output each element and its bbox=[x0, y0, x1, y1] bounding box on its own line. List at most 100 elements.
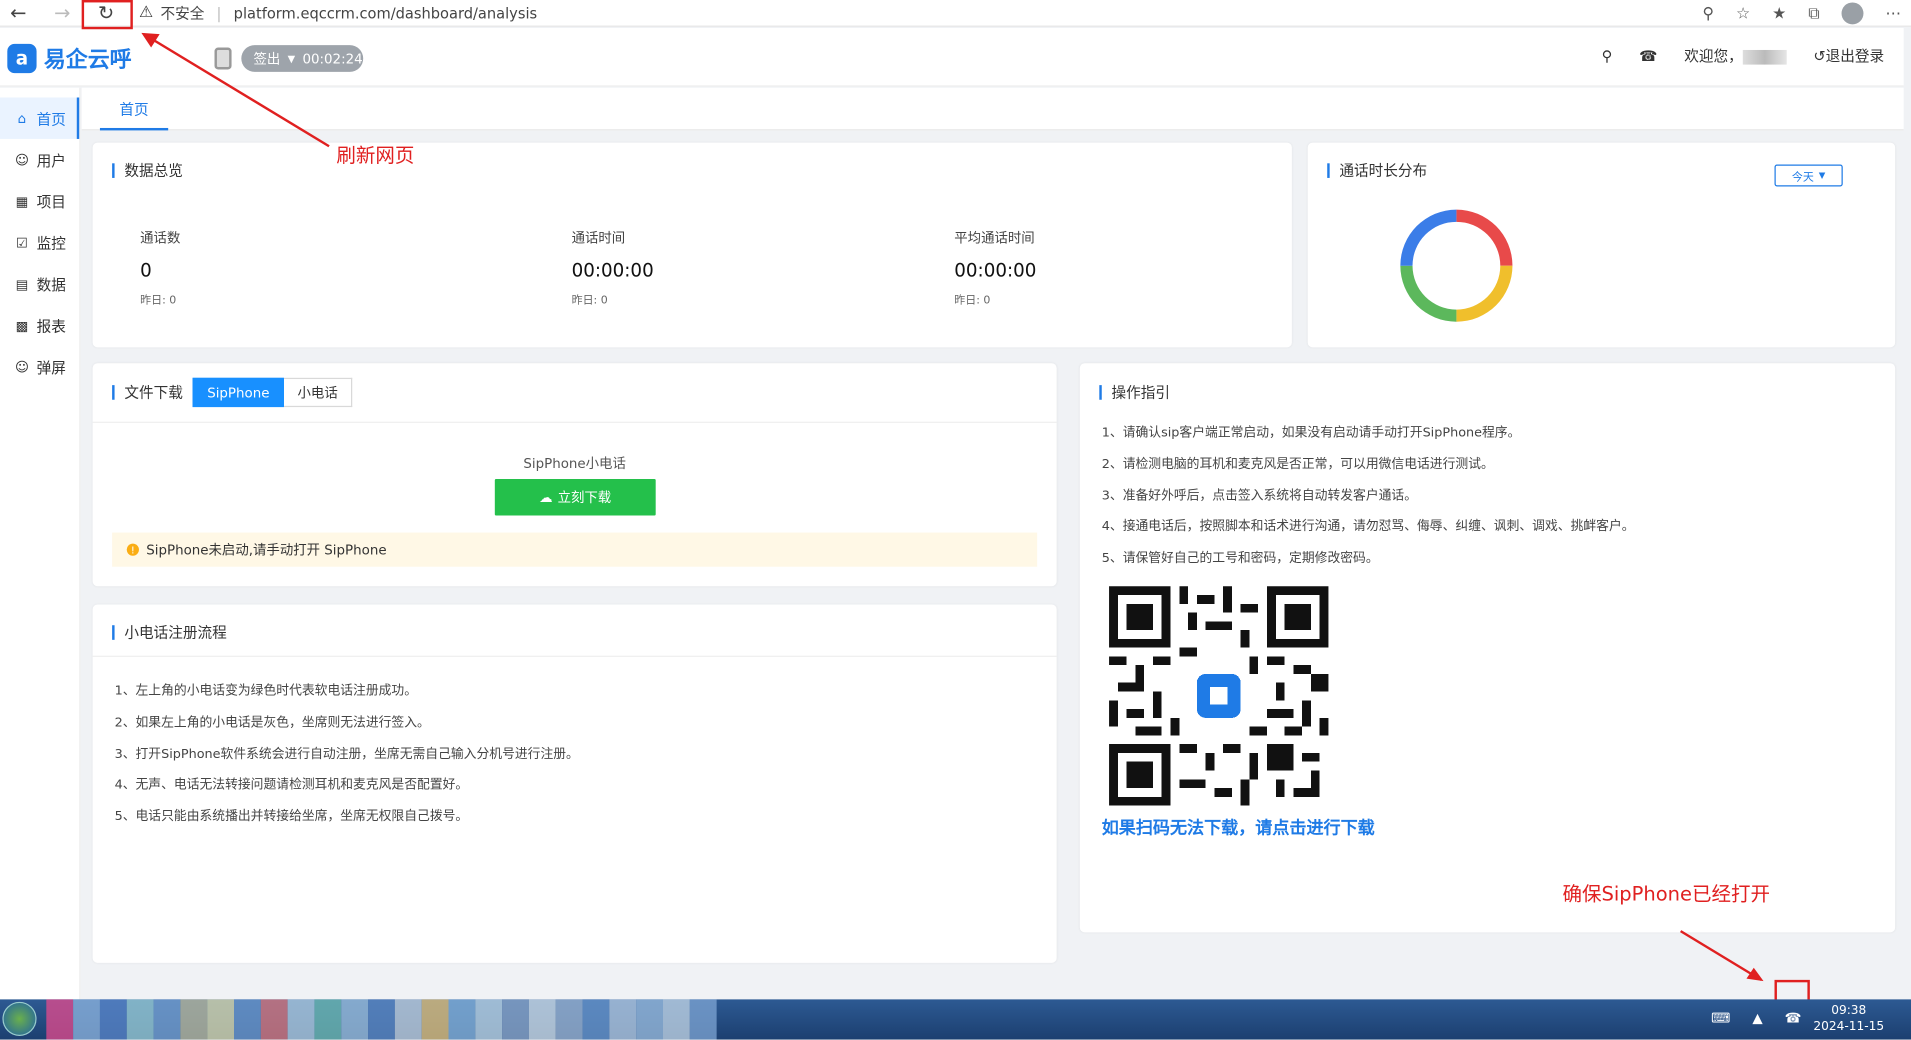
logo-icon: a bbox=[7, 43, 37, 74]
pinned-apps-blurred bbox=[46, 999, 717, 1040]
guide-steps: 1、请确认sip客户端正常启动，如果没有启动请手动打开SipPhone程序。 2… bbox=[1102, 423, 1635, 580]
tab-small-phone[interactable]: 小电话 bbox=[284, 377, 353, 408]
stat-yesterday: 昨日: 0 bbox=[954, 294, 991, 308]
stat-call-count: 通话数 0 昨日: 0 bbox=[140, 228, 180, 307]
sipphone-alert: ! SipPhone未启动,请手动打开 SipPhone bbox=[112, 532, 1038, 567]
browser-toolbar: ← → ↻ ⚠ 不安全 | platform.eqccrm.com/dashbo… bbox=[0, 0, 1911, 27]
download-card: 文件下载 SipPhone 小电话 SipPhone小电话 ☁ 立刻下载 ! S… bbox=[92, 363, 1057, 587]
sidebar: ⌂ 首页 ☺ 用户 ▦ 项目 ☑ 监控 ▤ 数据 ▩ 报表 ☺ 弹屏 bbox=[0, 87, 81, 1002]
sidebar-item-projects[interactable]: ▦ 项目 bbox=[0, 180, 79, 221]
monitor-icon: ☑ bbox=[15, 234, 28, 251]
sipphone-annotation: 确保SipPhone已经打开 bbox=[1562, 882, 1771, 906]
clock-date: 2024-11-15 bbox=[1813, 1020, 1885, 1034]
card-divider bbox=[92, 421, 1057, 423]
warning-icon: ! bbox=[126, 543, 139, 556]
profile-avatar[interactable] bbox=[1841, 2, 1864, 25]
download-qr-code bbox=[1109, 586, 1329, 806]
list-item: 5、电话只能由系统播出并转接给坐席，坐席无权限自己拨号。 bbox=[114, 809, 469, 825]
duration-donut bbox=[1400, 209, 1513, 322]
range-select-value: 今天 bbox=[1791, 171, 1814, 184]
security-label: 不安全 bbox=[160, 4, 205, 22]
address-bar[interactable]: ⚠ 不安全 | platform.eqccrm.com/dashboard/an… bbox=[139, 2, 537, 23]
download-title: 文件下载 bbox=[112, 385, 183, 400]
sidebar-item-label: 弹屏 bbox=[36, 358, 66, 376]
download-button[interactable]: ☁ 立刻下载 bbox=[494, 478, 656, 516]
qr-download-link[interactable]: 如果扫码无法下载，请点击进行下载 bbox=[1102, 815, 1375, 839]
data-icon: ▤ bbox=[15, 276, 29, 292]
back-icon[interactable]: ← bbox=[7, 1, 29, 24]
start-button[interactable] bbox=[2, 1001, 37, 1036]
keyboard-icon[interactable]: ⌨ bbox=[1711, 1010, 1730, 1026]
overview-card: 数据总览 通话数 0 昨日: 0 通话时间 00:00:00 昨日: 0 平均通… bbox=[92, 142, 1292, 348]
stat-value: 0 bbox=[140, 259, 152, 282]
overview-title: 数据总览 bbox=[112, 163, 183, 178]
tab-bar: 首页 bbox=[81, 87, 1904, 131]
refresh-arrow bbox=[141, 32, 330, 148]
sidebar-item-users[interactable]: ☺ 用户 bbox=[0, 139, 79, 180]
donut-segment-green bbox=[1400, 265, 1457, 322]
sidebar-item-label: 数据 bbox=[36, 276, 66, 294]
stat-label: 通话时间 bbox=[571, 230, 626, 247]
more-icon[interactable]: ⋯ bbox=[1885, 4, 1901, 22]
warning-icon: ⚠ bbox=[138, 3, 154, 22]
sidebar-item-popup[interactable]: ☺ 弹屏 bbox=[0, 346, 79, 387]
cloud-download-icon: ☁ bbox=[539, 489, 553, 506]
collections-icon[interactable]: ⧉ bbox=[1808, 4, 1819, 22]
download-button-label: 立刻下载 bbox=[557, 489, 612, 506]
list-item: 1、左上角的小电话变为绿色时代表软电话注册成功。 bbox=[114, 683, 418, 699]
list-item: 2、请检测电脑的耳机和麦克风是否正常，可以用微信电话进行测试。 bbox=[1101, 456, 1494, 472]
stat-label: 平均通话时间 bbox=[954, 230, 1035, 247]
user-icon: ☺ bbox=[14, 151, 29, 168]
list-item: 4、接通电话后，按照脚本和话术进行沟通，请勿怼骂、侮辱、纠缠、讽刺、调戏、挑衅客… bbox=[1101, 519, 1635, 535]
alert-text: SipPhone未启动,请手动打开 SipPhone bbox=[146, 542, 387, 559]
sidebar-item-data[interactable]: ▤ 数据 bbox=[0, 263, 79, 304]
sidebar-item-home[interactable]: ⌂ 首页 bbox=[0, 97, 80, 139]
taskbar-clock[interactable]: 09:38 2024-11-15 bbox=[1813, 1003, 1884, 1035]
stat-value: 00:00:00 bbox=[954, 259, 1037, 282]
tab-sipphone[interactable]: SipPhone bbox=[192, 377, 285, 408]
stat-yesterday: 昨日: 0 bbox=[140, 294, 177, 308]
logout-label: 退出登录 bbox=[1825, 47, 1885, 65]
address-separator: | bbox=[216, 4, 222, 22]
url-text: platform.eqccrm.com/dashboard/analysis bbox=[233, 4, 538, 22]
tray-expand-icon[interactable]: ▲ bbox=[1752, 1010, 1762, 1026]
stat-call-time: 通话时间 00:00:00 昨日: 0 bbox=[572, 228, 654, 307]
guide-title: 操作指引 bbox=[1099, 385, 1170, 400]
favorites-icon[interactable]: ★ bbox=[1772, 4, 1786, 22]
browser-actions: ⚲ ☆ ★ ⧉ ⋯ bbox=[1702, 0, 1901, 27]
range-select[interactable]: 今天 ▼ bbox=[1774, 164, 1843, 187]
sidebar-item-monitor[interactable]: ☑ 监控 bbox=[0, 222, 79, 263]
bell-icon[interactable]: ☎ bbox=[1639, 47, 1657, 64]
donut-segment-blue bbox=[1400, 209, 1457, 266]
duration-card: 通话时长分布 今天 ▼ bbox=[1307, 142, 1896, 348]
logout-button[interactable]: ↺退出登录 bbox=[1813, 45, 1884, 66]
refresh-annotation: 刷新网页 bbox=[336, 143, 415, 167]
welcome-text: 欢迎您， bbox=[1684, 45, 1787, 66]
sidebar-item-reports[interactable]: ▩ 报表 bbox=[0, 305, 79, 346]
download-item-title: SipPhone小电话 bbox=[523, 455, 626, 472]
favorite-add-icon[interactable]: ☆ bbox=[1736, 4, 1750, 22]
windows-taskbar: ⌨ ▲ ☎ 09:38 2024-11-15 bbox=[0, 999, 1911, 1040]
search-icon[interactable]: ⚲ bbox=[1602, 47, 1613, 64]
register-title: 小电话注册流程 bbox=[112, 625, 227, 640]
list-item: 5、请保管好自己的工号和密码，定期修改密码。 bbox=[1101, 551, 1379, 566]
guide-card: 操作指引 1、请确认sip客户端正常启动，如果没有启动请手动打开SipPhone… bbox=[1079, 363, 1896, 933]
stat-avg-call-time: 平均通话时间 00:00:00 昨日: 0 bbox=[954, 228, 1036, 307]
sidebar-item-label: 监控 bbox=[36, 234, 66, 252]
project-icon: ▦ bbox=[15, 193, 29, 210]
system-tray: ⌨ ▲ ☎ bbox=[1711, 1010, 1801, 1026]
sipphone-tray-icon[interactable]: ☎ bbox=[1785, 1010, 1802, 1026]
popup-icon: ☺ bbox=[14, 358, 29, 375]
forward-icon[interactable]: → bbox=[51, 1, 73, 24]
caret-down-icon: ▼ bbox=[1818, 170, 1826, 181]
header-actions: ⚲ ☎ 欢迎您， ↺退出登录 bbox=[1602, 45, 1885, 66]
zoom-icon[interactable]: ⚲ bbox=[1702, 4, 1714, 22]
sidebar-item-label: 用户 bbox=[36, 151, 66, 169]
list-item: 3、打开SipPhone软件系统会进行自动注册，坐席无需自己输入分机号进行注册。 bbox=[114, 746, 579, 762]
list-item: 1、请确认sip客户端正常启动，如果没有启动请手动打开SipPhone程序。 bbox=[1101, 425, 1521, 440]
list-item: 3、准备好外呼后，点击签入系统将自动转发客户通话。 bbox=[1101, 488, 1418, 503]
sipphone-arrow bbox=[1680, 930, 1764, 982]
clock-time: 09:38 bbox=[1831, 1004, 1867, 1018]
download-segmented: SipPhone 小电话 bbox=[192, 377, 353, 408]
brand-logo[interactable]: a 易企云呼 bbox=[7, 43, 132, 75]
